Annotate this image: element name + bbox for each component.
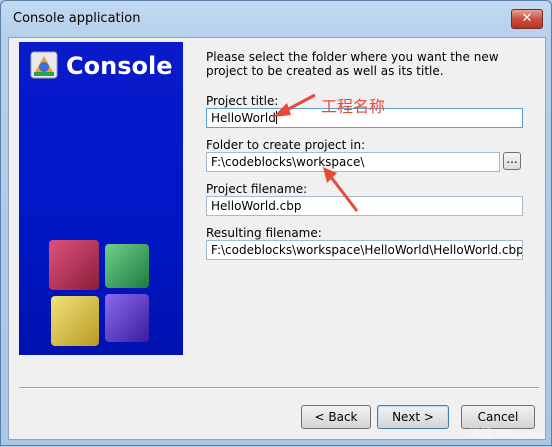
arrow-head	[273, 103, 291, 117]
watermark-text: 激活 Windows	[470, 427, 545, 440]
annotation-arrows	[273, 93, 359, 212]
console-application-window: Console application ✕ Console Please sel…	[0, 0, 552, 446]
